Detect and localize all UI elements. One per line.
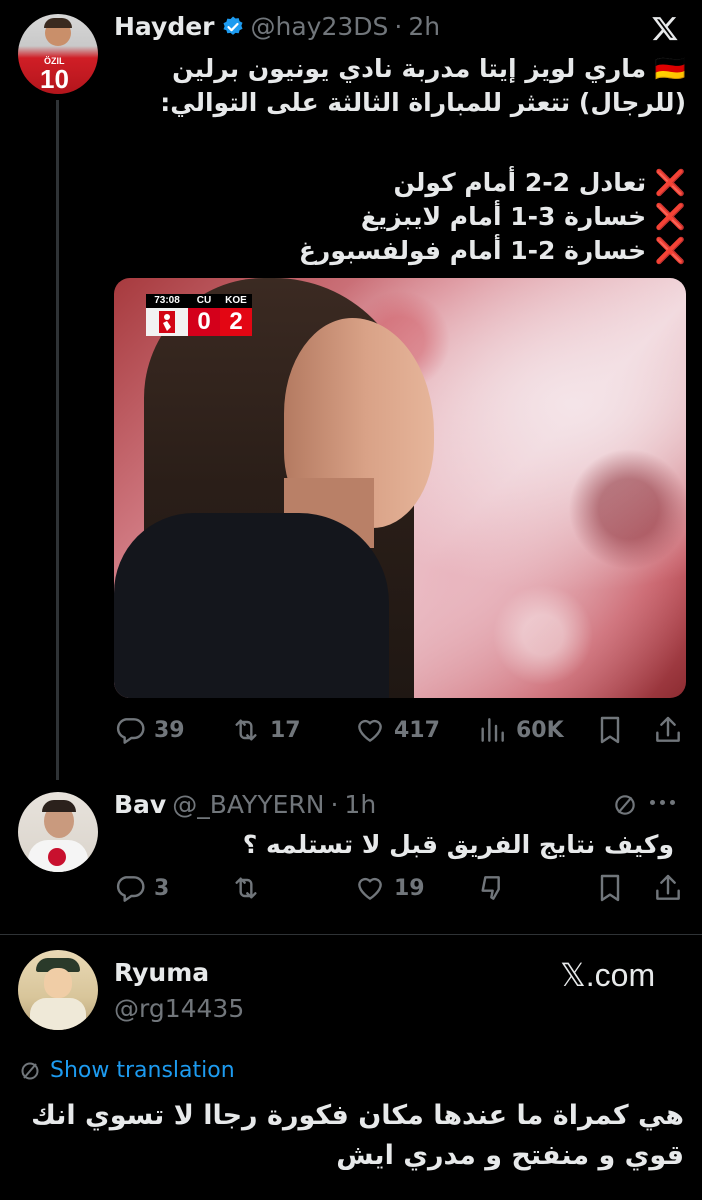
heart-icon <box>358 719 382 742</box>
result-list: ❌ تعادل 2-2 أمام كولن ❌ خسارة 3-1 أمام ل… <box>114 166 686 268</box>
share-icon <box>656 874 680 900</box>
share-icon <box>656 716 680 742</box>
scoreboard: 73:08 CU 0 KOE 2 <box>146 294 252 336</box>
repost-icon <box>235 719 257 741</box>
author-avatar[interactable]: ÖZIL 10 <box>18 14 98 94</box>
show-translation-label[interactable]: Show translation <box>50 1058 235 1083</box>
share-button[interactable] <box>652 872 684 904</box>
reply-author-handle[interactable]: @_BAYYERN <box>172 790 324 819</box>
like-count: 417 <box>394 717 440 743</box>
show-translation-link[interactable]: Show translation <box>18 1058 235 1083</box>
repost-count: 17 <box>270 717 301 743</box>
view-count: 60K <box>516 717 564 743</box>
downvote-button[interactable] <box>476 872 508 904</box>
thumbs-down-icon <box>481 876 500 900</box>
home-score: 0 <box>188 308 220 336</box>
author-name[interactable]: Hayder <box>114 12 215 41</box>
home-team-code: CU <box>196 295 212 306</box>
away-team-code: KOE <box>225 295 247 306</box>
repost-icon <box>235 877 257 899</box>
reply-icon <box>116 876 145 902</box>
match-clock: 73:08 <box>146 294 188 308</box>
repost-button[interactable] <box>230 872 270 904</box>
separator-dot: · <box>394 12 403 41</box>
x-logo-icon[interactable] <box>650 14 680 44</box>
tweet-line-2: (للرجال) تتعثر للمباراة الثالثة على التو… <box>160 88 686 117</box>
more-options-icon[interactable] <box>650 800 675 805</box>
bookmark-icon <box>600 716 620 744</box>
like-button[interactable]: 417 <box>354 714 440 746</box>
author-handle[interactable]: @hay23DS <box>251 12 389 41</box>
reply-icon <box>116 718 145 744</box>
like-button[interactable]: 19 <box>354 872 425 904</box>
reply-text: وكيف نتايج الفريق قبل لا تستلمه ؟ <box>242 830 674 859</box>
section-divider <box>0 934 702 935</box>
reply-count: 39 <box>154 717 185 743</box>
reply-count: 3 <box>154 875 170 901</box>
reply-author-name[interactable]: Bav <box>114 790 166 819</box>
reply-avatar[interactable] <box>18 792 98 872</box>
tweet-media-image[interactable]: 73:08 CU 0 KOE 2 <box>114 278 686 698</box>
result-item: ❌ خسارة 2-1 أمام فولفسبورغ <box>298 236 686 265</box>
translate-icon[interactable] <box>612 792 638 818</box>
quote-text: هي كمراة ما عندها مكان فكورة رجاا لا تسو… <box>18 1096 684 1176</box>
bookmark-icon <box>600 874 620 902</box>
site-watermark: 𝕏.com <box>560 957 656 993</box>
tweet-text: 🇩🇪 ماري لويز إيتا مدربة نادي يونيون برلي… <box>114 52 686 268</box>
reply-time[interactable]: 1h <box>344 790 376 819</box>
quote-author-handle[interactable]: @rg14435 <box>114 994 244 1023</box>
bookmark-button[interactable] <box>594 714 626 746</box>
cross-mark-icon: ❌ <box>654 202 686 231</box>
thread-line <box>56 100 59 780</box>
translate-icon <box>21 1062 39 1079</box>
like-count: 19 <box>394 875 425 901</box>
avatar-jersey-number: 10 <box>40 64 69 94</box>
result-item: ❌ خسارة 3-1 أمام لايبزيغ <box>360 202 686 231</box>
heart-icon <box>358 877 382 900</box>
quote-line-2: قوي و منفتح و مدري ايش <box>336 1140 684 1171</box>
quote-author-name[interactable]: Ryuma <box>114 958 209 987</box>
result-item: ❌ تعادل 2-2 أمام كولن <box>393 168 686 197</box>
away-score: 2 <box>220 308 252 336</box>
verified-badge-icon <box>221 15 245 39</box>
tweet-time[interactable]: 2h <box>408 12 440 41</box>
repost-button[interactable]: 17 <box>230 714 301 746</box>
separator-dot: · <box>330 790 339 819</box>
reply-actions: 3 19 <box>114 872 686 908</box>
reply-button[interactable]: 39 <box>114 714 185 746</box>
tweet-line-1: 🇩🇪 ماري لويز إيتا مدربة نادي يونيون برلي… <box>172 54 686 83</box>
cross-mark-icon: ❌ <box>654 168 686 197</box>
views-chart-icon <box>481 718 504 742</box>
reply-button[interactable]: 3 <box>114 872 169 904</box>
views-button[interactable]: 60K <box>476 714 564 746</box>
quote-avatar[interactable] <box>18 950 98 1030</box>
quote-line-1: هي كمراة ما عندها مكان فكورة رجاا لا تسو… <box>31 1100 684 1131</box>
share-button[interactable] <box>652 714 684 746</box>
league-logo-icon <box>146 308 188 336</box>
tweet-actions: 39 17 417 60K <box>114 714 686 750</box>
cross-mark-icon: ❌ <box>654 236 686 265</box>
bookmark-button[interactable] <box>594 872 626 904</box>
